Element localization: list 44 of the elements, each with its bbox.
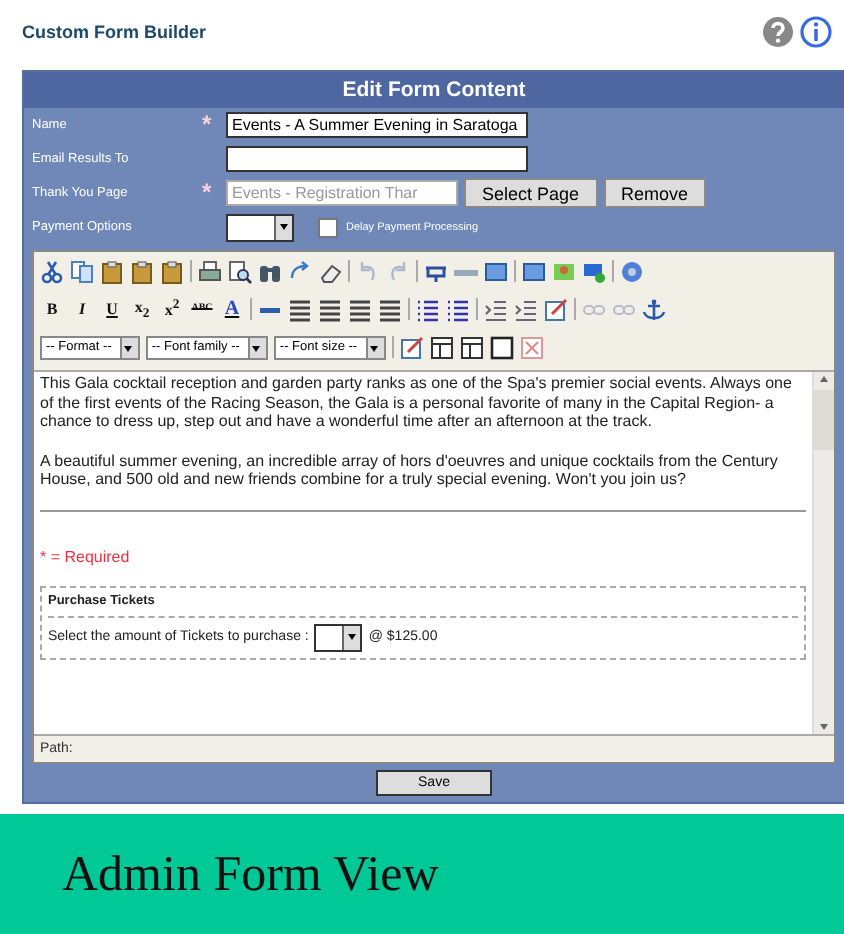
rich-text-editor[interactable] (32, 250, 836, 764)
frame-icon[interactable] (484, 259, 508, 283)
paste-icon[interactable] (130, 259, 154, 283)
copy-icon[interactable] (70, 259, 94, 283)
paste-icon[interactable] (100, 259, 124, 283)
image-icon[interactable] (552, 259, 576, 283)
eraser-icon[interactable] (318, 259, 342, 283)
replace-icon[interactable] (288, 259, 312, 283)
checkbox[interactable] (318, 217, 338, 237)
format-button[interactable]: U (100, 300, 124, 318)
scrollbar[interactable] (812, 372, 834, 734)
paste-icon[interactable] (160, 259, 184, 283)
preview-icon[interactable] (228, 259, 252, 283)
paragraph: This Gala cocktail reception and garden party ranks as one of the Spa's premier social events. Always one of the first events of the Racing Season, the Gala is a personal favorite of many in the Capital Region- a chance to dress up, step out and have a wonderful time after an afternoon at the track. (40, 374, 794, 431)
scissors-icon[interactable] (40, 259, 64, 283)
bullet-list-icon[interactable] (446, 297, 470, 321)
info-icon[interactable] (800, 16, 832, 48)
format-button[interactable]: A (220, 298, 244, 320)
text-field[interactable]: Events - A Summer Evening in Saratoga (226, 112, 528, 138)
align-center-icon[interactable] (318, 297, 342, 321)
paragraph: A beautiful summer evening, an incredible array of hors d'oeuvres and unique cocktails from the Century House, and 500 old and new friends combine for a truly special evening. Won't you join us? (40, 451, 780, 489)
required-mark: * (202, 110, 212, 138)
align-left-icon[interactable] (288, 297, 312, 321)
anchor-icon[interactable] (642, 297, 666, 321)
banner-title: Admin Form View (62, 848, 439, 904)
outdent-icon[interactable] (484, 297, 508, 321)
payment-select[interactable] (226, 213, 294, 241)
text-field[interactable] (226, 146, 528, 172)
format-button[interactable]: I (70, 300, 94, 318)
edit-icon[interactable] (544, 297, 568, 321)
required-note: * = Required (40, 547, 132, 566)
panel-title: Edit Form Content (24, 72, 844, 108)
format-button[interactable]: B (40, 300, 64, 318)
cell-icon[interactable] (489, 335, 514, 359)
media-icon[interactable] (582, 259, 606, 283)
format-button[interactable]: x$_{2}$ (130, 297, 154, 321)
app-title: Custom Form Builder (22, 22, 207, 42)
indent-icon[interactable] (514, 297, 538, 321)
justify-icon[interactable] (378, 297, 402, 321)
print-icon[interactable] (198, 259, 222, 283)
ticket-select[interactable] (314, 623, 363, 651)
required-mark: * (202, 178, 212, 206)
align-right-icon[interactable] (348, 297, 372, 321)
format-button[interactable]: x$^{2}$ (160, 298, 184, 320)
